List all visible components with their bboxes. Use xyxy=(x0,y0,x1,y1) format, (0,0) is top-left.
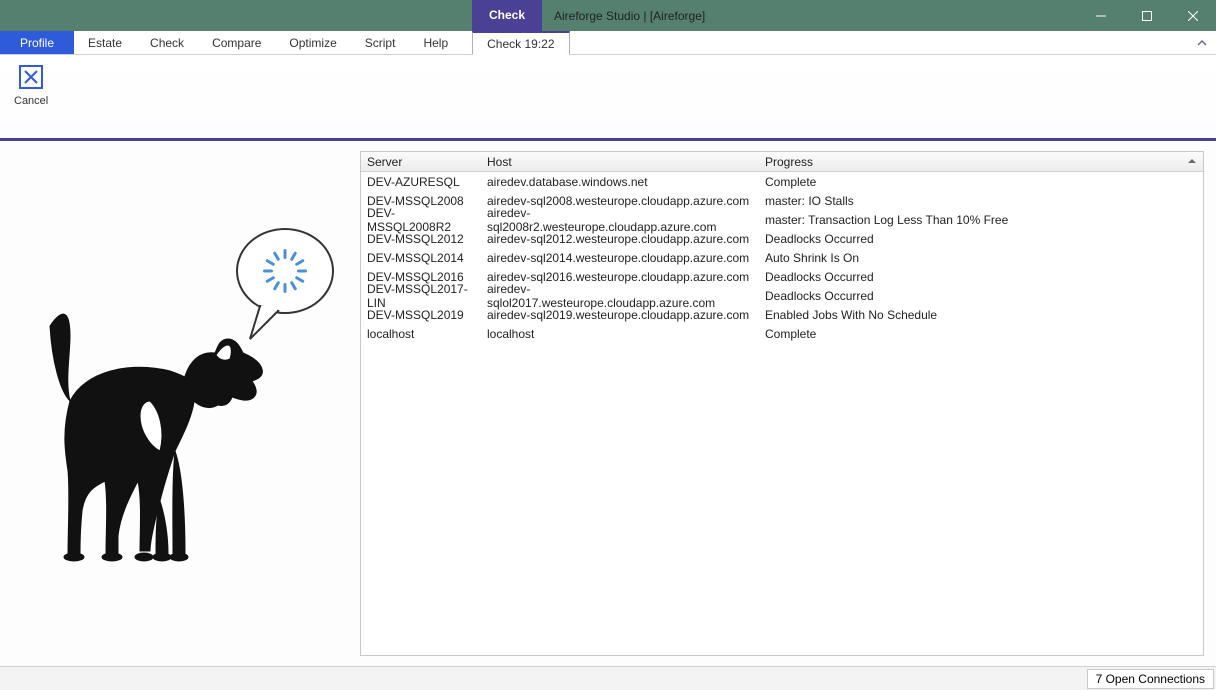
menu-profile[interactable]: Profile xyxy=(0,31,74,54)
cell-host: localhost xyxy=(481,327,759,341)
cell-host: airedev-sqlol2017.westeurope.cloudapp.az… xyxy=(481,282,759,310)
cell-progress: Enabled Jobs With No Schedule xyxy=(759,308,1203,322)
menu-script[interactable]: Script xyxy=(351,31,410,54)
cell-progress: master: IO Stalls xyxy=(759,194,1203,208)
minimize-button[interactable] xyxy=(1078,0,1124,31)
cell-host: airedev-sql2014.westeurope.cloudapp.azur… xyxy=(481,251,759,265)
cell-progress: master: Transaction Log Less Than 10% Fr… xyxy=(759,213,1203,227)
cell-progress: Complete xyxy=(759,327,1203,341)
grid-header: Server Host Progress xyxy=(361,152,1203,172)
menu-help[interactable]: Help xyxy=(409,31,462,54)
col-header-server[interactable]: Server xyxy=(361,155,481,169)
menubar: Profile Estate Check Compare Optimize Sc… xyxy=(0,31,1216,55)
main-pane: Server Host Progress DEV-AZURESQLairedev… xyxy=(0,141,1216,666)
table-row[interactable]: DEV-MSSQL2017-LINairedev-sqlol2017.weste… xyxy=(361,286,1203,305)
cell-progress: Deadlocks Occurred xyxy=(759,270,1203,284)
close-button[interactable] xyxy=(1170,0,1216,31)
table-row[interactable]: DEV-MSSQL2019airedev-sql2019.westeurope.… xyxy=(361,305,1203,324)
cell-host: airedev-sql2008r2.westeurope.cloudapp.az… xyxy=(481,206,759,234)
cell-progress: Auto Shrink Is On xyxy=(759,251,1203,265)
cell-progress: Deadlocks Occurred xyxy=(759,289,1203,303)
table-row[interactable]: DEV-MSSQL2008R2airedev-sql2008r2.westeur… xyxy=(361,210,1203,229)
col-header-host[interactable]: Host xyxy=(481,155,759,169)
tab-check-19-22[interactable]: Check 19:22 xyxy=(472,31,569,55)
cell-progress: Complete xyxy=(759,175,1203,189)
sort-indicator-icon xyxy=(1187,155,1197,169)
context-tab-check[interactable]: Check xyxy=(472,0,542,31)
server-grid: Server Host Progress DEV-AZURESQLairedev… xyxy=(360,151,1204,656)
table-row[interactable]: DEV-MSSQL2012airedev-sql2012.westeurope.… xyxy=(361,229,1203,248)
menu-estate[interactable]: Estate xyxy=(74,31,136,54)
menu-compare[interactable]: Compare xyxy=(198,31,275,54)
cancel-icon xyxy=(15,61,47,93)
dog-illustration xyxy=(10,281,270,601)
cell-progress: Deadlocks Occurred xyxy=(759,232,1203,246)
cancel-label: Cancel xyxy=(14,95,48,107)
table-row[interactable]: localhostlocalhostComplete xyxy=(361,324,1203,343)
cell-host: airedev.database.windows.net xyxy=(481,175,759,189)
cancel-button[interactable]: Cancel xyxy=(8,59,54,138)
table-row[interactable]: DEV-AZURESQLairedev.database.windows.net… xyxy=(361,172,1203,191)
cell-server: DEV-MSSQL2017-LIN xyxy=(361,282,481,310)
cell-server: localhost xyxy=(361,327,481,341)
cell-host: airedev-sql2012.westeurope.cloudapp.azur… xyxy=(481,232,759,246)
titlebar: Check Aireforge Studio | [Aireforge] xyxy=(0,0,1216,31)
col-header-progress[interactable]: Progress xyxy=(759,155,1203,169)
cell-server: DEV-MSSQL2014 xyxy=(361,251,481,265)
app-title: Aireforge Studio | [Aireforge] xyxy=(542,9,705,23)
ribbon-collapse-icon[interactable] xyxy=(1194,35,1210,51)
ribbon: Cancel xyxy=(0,55,1216,141)
cell-server: DEV-MSSQL2012 xyxy=(361,232,481,246)
grid-body[interactable]: DEV-AZURESQLairedev.database.windows.net… xyxy=(361,172,1203,655)
cell-server: DEV-AZURESQL xyxy=(361,175,481,189)
cell-server: DEV-MSSQL2019 xyxy=(361,308,481,322)
illustration-panel xyxy=(0,141,360,666)
menu-check[interactable]: Check xyxy=(136,31,198,54)
menu-optimize[interactable]: Optimize xyxy=(275,31,350,54)
table-row[interactable]: DEV-MSSQL2014airedev-sql2014.westeurope.… xyxy=(361,248,1203,267)
cell-host: airedev-sql2019.westeurope.cloudapp.azur… xyxy=(481,308,759,322)
cell-server: DEV-MSSQL2008R2 xyxy=(361,206,481,234)
open-connections-status[interactable]: 7 Open Connections xyxy=(1087,669,1214,689)
maximize-button[interactable] xyxy=(1124,0,1170,31)
statusbar: 7 Open Connections xyxy=(0,666,1216,690)
